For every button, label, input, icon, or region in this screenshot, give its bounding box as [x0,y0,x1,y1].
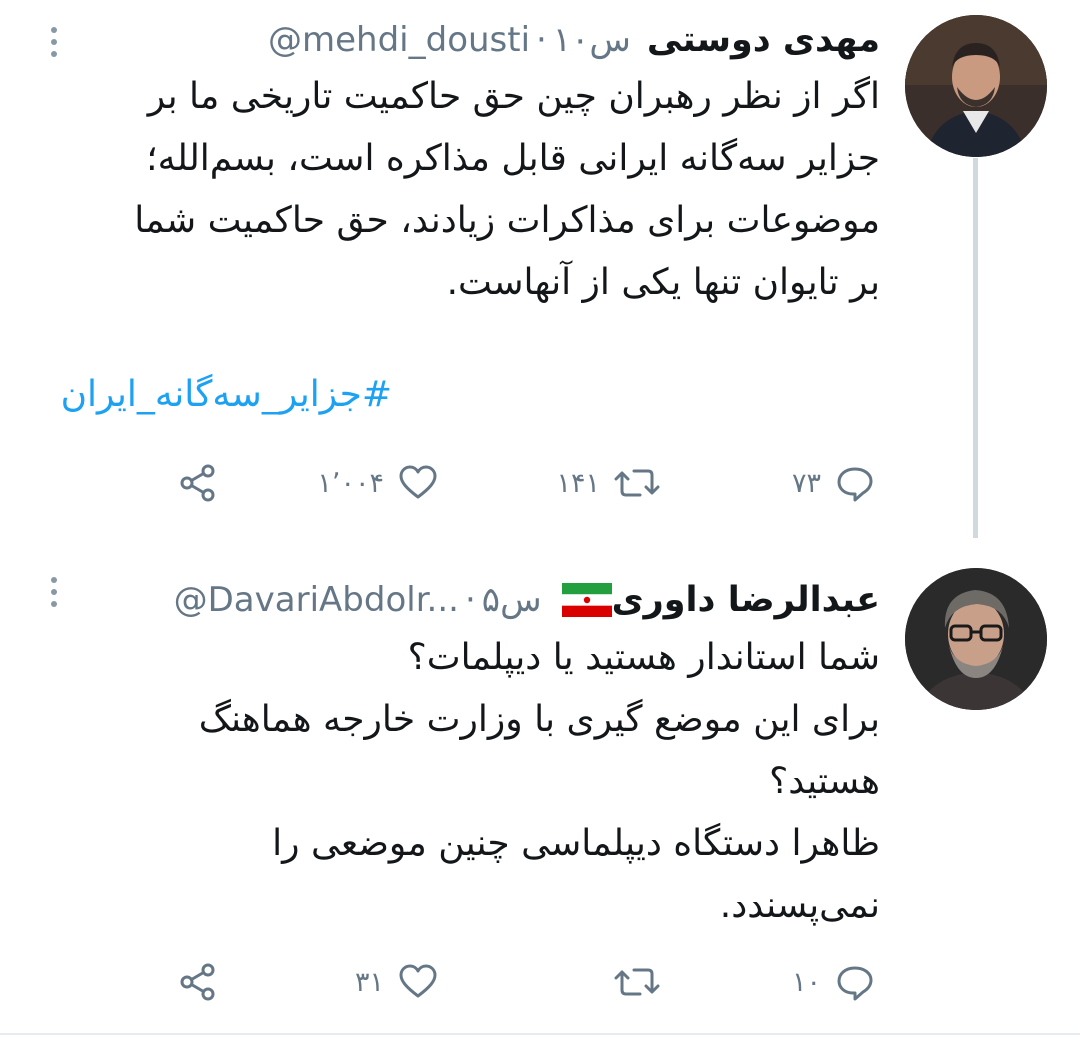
retweet-count: ۱۴۱ [556,467,600,499]
iran-flag-icon [561,583,612,617]
user-handle[interactable]: @mehdi_dousti [268,20,530,60]
tweet[interactable]: عبدالرضا داوری @DavariAbdolr... · ۵س شما ا… [0,555,1080,1033]
tweet-text-line: جزایر سه‌گانه ایرانی قابل مذاکره است، بس… [146,138,880,179]
hashtag-link[interactable]: #جزایر_سه‌گانه_ایران [61,374,392,415]
like-count: ۱٬۰۰۴ [317,467,384,499]
reply-count: ۷۳ [791,467,821,499]
tweet-divider [0,1033,1080,1035]
avatar[interactable] [905,15,1047,157]
reply-button[interactable]: ۷۳ [792,458,875,508]
tweet-meta: @DavariAbdolr... · ۵س [174,580,542,620]
reply-count: ۱۰ [791,966,821,998]
tweet-actions: ۱۰ ۳۱ [0,957,1080,1007]
avatar-photo-icon [905,568,1047,710]
tweet-text: اگر از نظر رهبران چین حق حاکمیت تاریخی م… [50,66,880,314]
tweet-text: شما استاندار هستید یا دیپلمات؟ برای این … [50,627,880,937]
tweet-text-line: موضوعات برای مذاکرات زیادند، حق حاکمیت ش… [134,200,880,241]
like-count: ۳۱ [354,966,384,998]
heart-icon [398,463,438,503]
timestamp[interactable]: ۱۰س [553,20,631,60]
timestamp[interactable]: ۵س [482,580,542,620]
reply-icon [835,463,875,503]
display-name[interactable]: عبدالرضا داوری [612,580,880,620]
tweet-text-line: هستید؟ [769,761,880,802]
share-button[interactable] [178,957,218,1007]
tweet-text-line: شما استاندار هستید یا دیپلمات؟ [407,637,880,678]
tweet-text-line: بر تایوان تنها یکی از آنهاست. [446,262,880,303]
meta-separator: · [464,580,476,620]
more-options-icon[interactable] [48,27,60,57]
like-button[interactable]: ۳۱ [355,957,438,1007]
share-icon [178,463,218,503]
tweet-text-line: ظاهرا دستگاه دیپلماسی چنین موضعی را [272,823,880,864]
like-button[interactable]: ۱٬۰۰۴ [317,458,438,508]
share-button[interactable] [178,458,218,508]
tweet-meta: @mehdi_dousti · ۱۰س [268,20,631,60]
tweet-header: عبدالرضا داوری @DavariAbdolr... · ۵س [174,575,880,625]
reply-button[interactable]: ۱۰ [792,957,875,1007]
retweet-icon [614,463,660,503]
more-options-icon[interactable] [48,577,60,607]
retweet-button[interactable] [600,957,660,1007]
avatar-photo-icon [905,15,1047,157]
share-icon [178,962,218,1002]
tweet-text-line: نمی‌پسندد. [719,885,880,926]
retweet-icon [614,962,660,1002]
tweet[interactable]: مهدی دوستی @mehdi_dousti · ۱۰س اگر از نظر … [0,0,1080,538]
user-handle[interactable]: @DavariAbdolr... [174,580,459,620]
meta-separator: · [536,20,547,60]
tweet-text-line: برای این موضع گیری با وزارت خارجه هماهنگ [198,699,880,740]
display-name[interactable]: مهدی دوستی [647,20,880,60]
heart-icon [398,962,438,1002]
tweet-text-line: اگر از نظر رهبران چین حق حاکمیت تاریخی م… [147,76,880,117]
tweet-header: مهدی دوستی @mehdi_dousti · ۱۰س [268,15,880,65]
retweet-button[interactable]: ۱۴۱ [556,458,660,508]
avatar[interactable] [905,568,1047,710]
reply-icon [835,962,875,1002]
tweet-actions: ۷۳ ۱۴۱ ۱٬۰۰۴ [0,458,1080,508]
